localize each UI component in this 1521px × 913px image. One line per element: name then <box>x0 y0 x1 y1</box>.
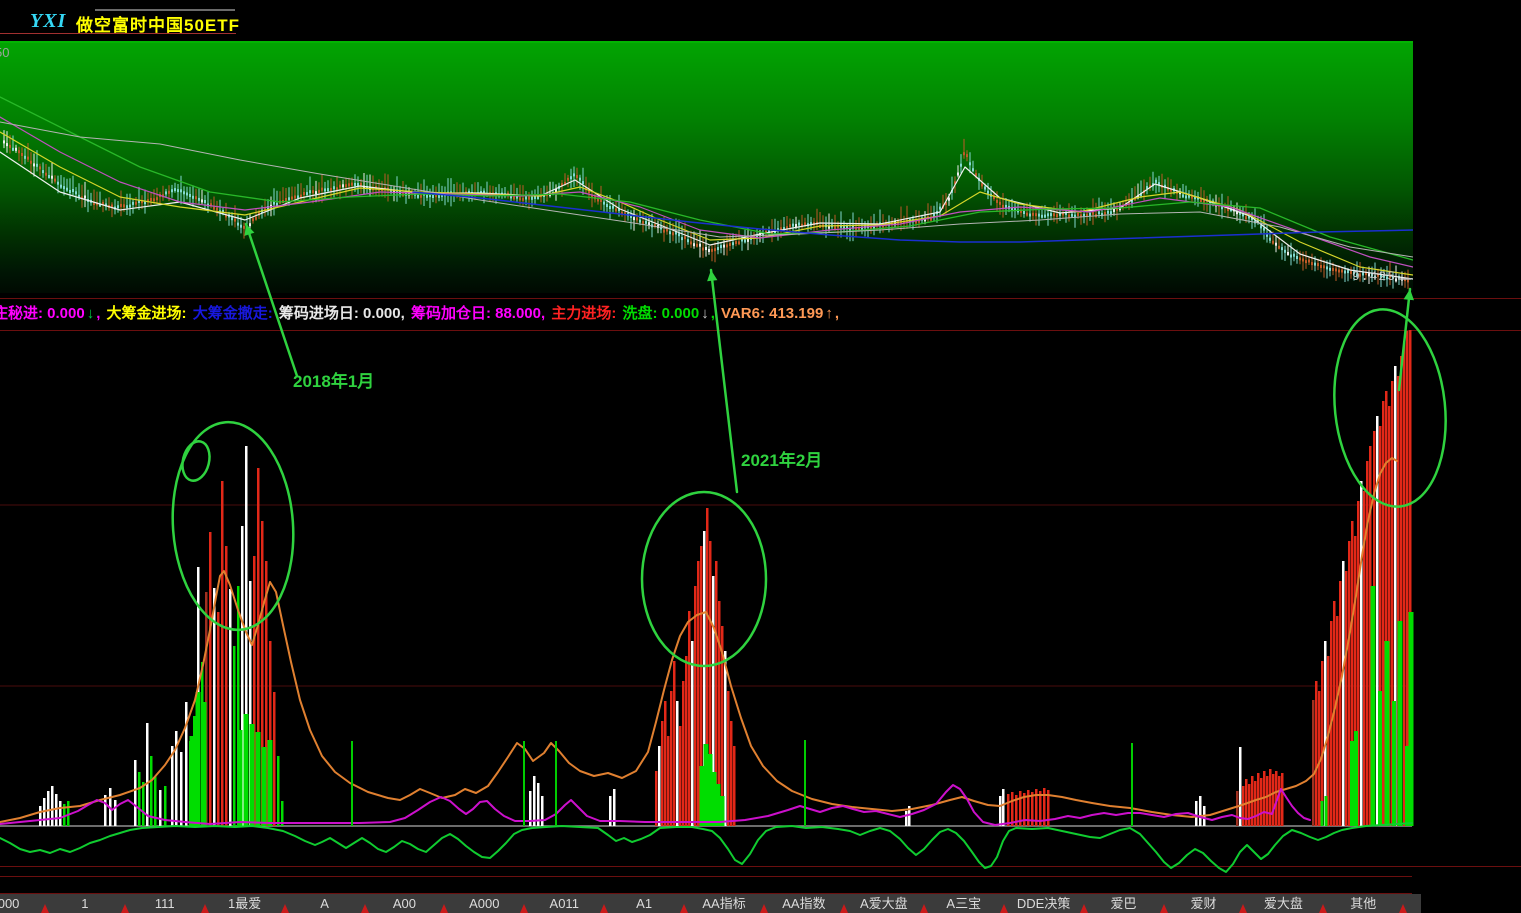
tab-1[interactable]: 1 <box>45 894 125 913</box>
tab-separator-icon <box>520 904 529 913</box>
tab-爱财[interactable]: 爱财 <box>1164 894 1244 913</box>
indicator-value: ↑ <box>825 305 833 322</box>
last-price-label: 9.425 <box>1352 269 1397 284</box>
tab-separator-icon <box>280 904 289 913</box>
tab-separator-icon <box>839 904 848 913</box>
indicator-value: 庄秘进: 0.000 <box>0 305 85 322</box>
bottom-tab-bar: 000011111最爱AA00A000A011A1AA指标AA指数A爱大盘A三宝… <box>0 894 1421 913</box>
tab-separator-icon <box>1319 904 1328 913</box>
tab-AA指数[interactable]: AA指数 <box>764 894 844 913</box>
indicator-value: , <box>834 305 840 322</box>
indicator-value: ↓ <box>86 305 95 322</box>
tab-separator-icon <box>1079 904 1088 913</box>
lower-chart-canvas <box>0 330 1414 873</box>
tab-separator-icon <box>360 904 369 913</box>
tab-爱巴[interactable]: 爱巴 <box>1084 894 1164 913</box>
app-mark: YXI <box>30 10 67 32</box>
tab-0000[interactable]: 0000 <box>0 894 45 913</box>
tab-separator-icon <box>919 904 928 913</box>
tab-separator-icon <box>680 904 689 913</box>
tab-separator-icon <box>200 904 209 913</box>
tab-A三宝[interactable]: A三宝 <box>924 894 1004 913</box>
axis-top-border <box>0 876 1412 877</box>
tab-DDE决策[interactable]: DDE决策 <box>1004 894 1084 913</box>
tab-separator-icon <box>1399 904 1408 913</box>
tab-separator-icon <box>120 904 129 913</box>
tab-A011[interactable]: A011 <box>524 894 604 913</box>
tab-爱大盘[interactable]: 爱大盘 <box>1243 894 1323 913</box>
indicator-value: VAR6: 413.199 <box>721 305 824 322</box>
tab-separator-icon <box>760 904 768 913</box>
indicator-value: 大筹金进场: <box>106 305 191 322</box>
tab-A000[interactable]: A000 <box>444 894 524 913</box>
indicator-value: 主力进场: <box>551 305 621 322</box>
axis-separator-line <box>0 866 1521 867</box>
tab-separator-icon <box>440 904 449 913</box>
tab-A爱大盘[interactable]: A爱大盘 <box>844 894 924 913</box>
annotation-label: 2021年2月 <box>741 451 823 470</box>
tab-separator-icon <box>600 904 609 913</box>
indicator-value: , <box>710 305 720 322</box>
tab-A1[interactable]: A1 <box>604 894 684 913</box>
title-underline <box>0 33 236 34</box>
tab-separator-icon <box>999 904 1008 913</box>
tab-AA指标[interactable]: AA指标 <box>684 894 764 913</box>
indicator-readout-band: 庄秘进: 0.000 ↓, 大筹金进场: 大筹金撤走: 筹码进场日: 0.000,… <box>0 298 1521 331</box>
tab-separator-icon <box>1159 904 1168 913</box>
tab-separator-icon <box>1239 904 1248 913</box>
trading-app-window: YXI 做空富时中国50ETF 50 9.425 庄秘进: 0.000↓, 大筹… <box>0 0 1521 913</box>
tab-A00[interactable]: A00 <box>365 894 445 913</box>
indicator-value: 筹码进场日: 0.000, <box>278 305 409 322</box>
tab-其他[interactable]: 其他 <box>1323 894 1403 913</box>
upper-chart-canvas <box>0 96 1413 289</box>
title-bar: YXI 做空富时中国50ETF <box>0 0 1521 41</box>
indicator-value: , <box>96 305 105 322</box>
indicator-value: 筹码加仓日: 88.000, <box>410 305 550 322</box>
tab-1最爱[interactable]: 1最爱 <box>205 894 285 913</box>
annotation-label: 2018年1月 <box>293 372 375 391</box>
tab-A[interactable]: A <box>285 894 365 913</box>
indicator-value: 洗盘: 0.000 <box>622 305 700 322</box>
indicator-value: 大筹金撤走: <box>192 305 277 322</box>
indicator-value: ↓ <box>701 305 709 322</box>
upper-candlestick-panel[interactable]: 50 <box>0 41 1413 293</box>
scale-label: 50 <box>0 45 10 60</box>
tab-111[interactable]: 111 <box>125 894 205 913</box>
tab-separator-icon <box>40 904 49 913</box>
